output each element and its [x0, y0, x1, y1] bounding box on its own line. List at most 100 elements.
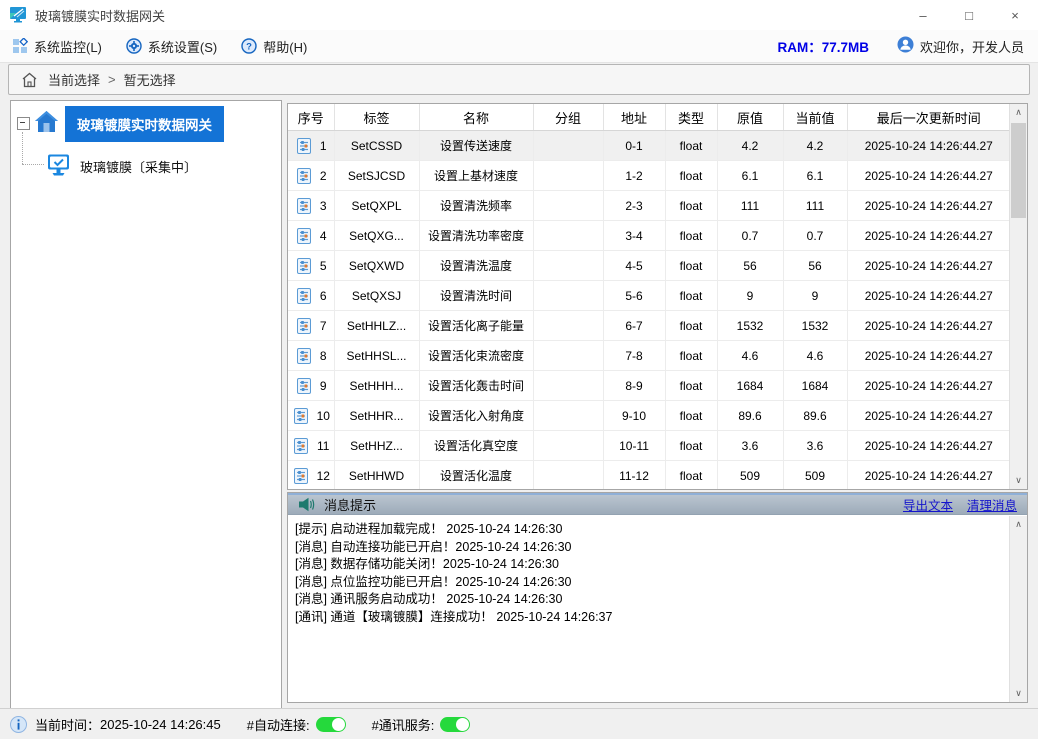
scroll-up-icon[interactable]: ∧	[1010, 104, 1027, 121]
row-number: 4	[320, 229, 327, 243]
menu-help[interactable]: ? 帮助(H)	[229, 30, 319, 62]
menu-system-monitor[interactable]: 系统监控(L)	[0, 30, 114, 62]
cell-type: float	[665, 131, 717, 161]
cell-tag: SetCSSD	[334, 131, 419, 161]
scrollbar-thumb[interactable]	[1011, 123, 1026, 218]
cell-original-value: 9	[717, 281, 783, 311]
info-icon	[10, 716, 27, 733]
cell-original-value: 1684	[717, 371, 783, 401]
cell-type: float	[665, 161, 717, 191]
cell-original-value: 4.6	[717, 341, 783, 371]
table-row[interactable]: 8SetHHSL...设置活化束流密度7-8float4.64.62025-10…	[288, 341, 1010, 371]
cell-original-value: 89.6	[717, 401, 783, 431]
cell-current-value: 9	[783, 281, 847, 311]
cell-address: 7-8	[603, 341, 665, 371]
app-icon	[9, 6, 29, 24]
row-number: 6	[320, 289, 327, 303]
tree-collapse-toggle[interactable]	[17, 117, 30, 130]
col-type[interactable]: 类型	[665, 104, 717, 131]
row-number: 2	[320, 169, 327, 183]
cell-name: 设置传送速度	[419, 131, 533, 161]
help-icon: ?	[241, 38, 257, 54]
table-row[interactable]: 12SetHHWD设置活化温度11-12float5095092025-10-2…	[288, 461, 1010, 491]
table-body: 1SetCSSD设置传送速度0-1float4.24.22025-10-24 1…	[288, 131, 1010, 491]
cell-type: float	[665, 251, 717, 281]
table-scrollbar[interactable]: ∧ ∨	[1009, 104, 1027, 489]
row-number: 5	[320, 259, 327, 273]
table-row[interactable]: 1SetCSSD设置传送速度0-1float4.24.22025-10-24 1…	[288, 131, 1010, 161]
tree-root-node[interactable]: 玻璃镀膜实时数据网关	[34, 106, 224, 142]
cell-index: 4	[288, 221, 334, 251]
parameter-icon	[295, 227, 313, 245]
cell-tag: SetQXPL	[334, 191, 419, 221]
col-tag[interactable]: 标签	[334, 104, 419, 131]
parameter-icon	[295, 287, 313, 305]
scroll-down-icon[interactable]: ∨	[1010, 472, 1027, 489]
col-current-value[interactable]: 当前值	[783, 104, 847, 131]
cell-original-value: 56	[717, 251, 783, 281]
cell-last-update: 2025-10-24 14:26:44.27	[847, 401, 1010, 431]
message-scrollbar[interactable]: ∧ ∨	[1009, 516, 1027, 702]
message-item: [消息] 通讯服务启动成功！ 2025-10-24 14:26:30	[295, 591, 1010, 609]
export-text-link[interactable]: 导出文本	[903, 495, 953, 514]
cell-name: 设置活化束流密度	[419, 341, 533, 371]
cell-type: float	[665, 191, 717, 221]
col-last-update[interactable]: 最后一次更新时间	[847, 104, 1010, 131]
cell-name: 设置活化入射角度	[419, 401, 533, 431]
table-row[interactable]: 5SetQXWD设置清洗温度4-5float56562025-10-24 14:…	[288, 251, 1010, 281]
cell-index: 3	[288, 191, 334, 221]
close-button[interactable]: ×	[992, 0, 1038, 30]
comm-service-toggle[interactable]	[440, 717, 470, 732]
parameter-icon	[295, 197, 313, 215]
cell-tag: SetHHWD	[334, 461, 419, 491]
parameter-icon	[295, 347, 313, 365]
col-index[interactable]: 序号	[288, 104, 334, 131]
cell-current-value: 509	[783, 461, 847, 491]
row-number: 12	[317, 469, 330, 483]
tree-child-label[interactable]: 玻璃镀膜〔采集中〕	[80, 157, 197, 176]
minimize-button[interactable]: –	[900, 0, 946, 30]
cell-last-update: 2025-10-24 14:26:44.27	[847, 461, 1010, 491]
table-row[interactable]: 4SetQXG...设置清洗功率密度3-4float0.70.72025-10-…	[288, 221, 1010, 251]
col-address[interactable]: 地址	[603, 104, 665, 131]
cell-index: 2	[288, 161, 334, 191]
message-item: [通讯] 通道【玻璃镀膜】连接成功！ 2025-10-24 14:26:37	[295, 609, 1010, 627]
table-row[interactable]: 2SetSJCSD设置上基材速度1-2float6.16.12025-10-24…	[288, 161, 1010, 191]
cell-address: 6-7	[603, 311, 665, 341]
cell-address: 10-11	[603, 431, 665, 461]
col-name[interactable]: 名称	[419, 104, 533, 131]
menu-system-settings[interactable]: 系统设置(S)	[114, 30, 229, 62]
table-row[interactable]: 10SetHHR...设置活化入射角度9-10float89.689.62025…	[288, 401, 1010, 431]
col-group[interactable]: 分组	[533, 104, 603, 131]
table-row[interactable]: 7SetHHLZ...设置活化离子能量6-7float153215322025-…	[288, 311, 1010, 341]
col-original-value[interactable]: 原值	[717, 104, 783, 131]
table-row[interactable]: 11SetHHZ...设置活化真空度10-11float3.63.62025-1…	[288, 431, 1010, 461]
cell-last-update: 2025-10-24 14:26:44.27	[847, 191, 1010, 221]
cell-last-update: 2025-10-24 14:26:44.27	[847, 371, 1010, 401]
parameter-icon	[292, 467, 310, 485]
maximize-button[interactable]: □	[946, 0, 992, 30]
cell-tag: SetHHH...	[334, 371, 419, 401]
scroll-up-icon[interactable]: ∧	[1010, 516, 1027, 533]
cell-original-value: 3.6	[717, 431, 783, 461]
cell-tag: SetHHZ...	[334, 431, 419, 461]
cell-current-value: 1684	[783, 371, 847, 401]
tree-root-label[interactable]: 玻璃镀膜实时数据网关	[65, 106, 224, 142]
table-row[interactable]: 9SetHHH...设置活化轰击时间8-9float168416842025-1…	[288, 371, 1010, 401]
message-item: [消息] 点位监控功能已开启！2025-10-24 14:26:30	[295, 574, 1010, 592]
monitor-check-icon	[46, 153, 71, 180]
cell-current-value: 111	[783, 191, 847, 221]
table-row[interactable]: 6SetQXSJ设置清洗时间5-6float992025-10-24 14:26…	[288, 281, 1010, 311]
breadcrumb-prefix: 当前选择	[48, 70, 100, 89]
cell-name: 设置清洗功率密度	[419, 221, 533, 251]
cell-name: 设置活化温度	[419, 461, 533, 491]
clear-messages-link[interactable]: 清理消息	[967, 495, 1017, 514]
cell-name: 设置活化轰击时间	[419, 371, 533, 401]
scroll-down-icon[interactable]: ∨	[1010, 685, 1027, 702]
table-row[interactable]: 3SetQXPL设置清洗频率2-3float1111112025-10-24 1…	[288, 191, 1010, 221]
auto-connect-toggle[interactable]	[316, 717, 346, 732]
tree-child-node[interactable]: 玻璃镀膜〔采集中〕	[46, 150, 197, 182]
cell-last-update: 2025-10-24 14:26:44.27	[847, 281, 1010, 311]
row-number: 10	[317, 409, 330, 423]
points-table-panel: 序号 标签 名称 分组 地址 类型 原值 当前值 最后一次更新时间 1SetCS…	[287, 103, 1028, 490]
